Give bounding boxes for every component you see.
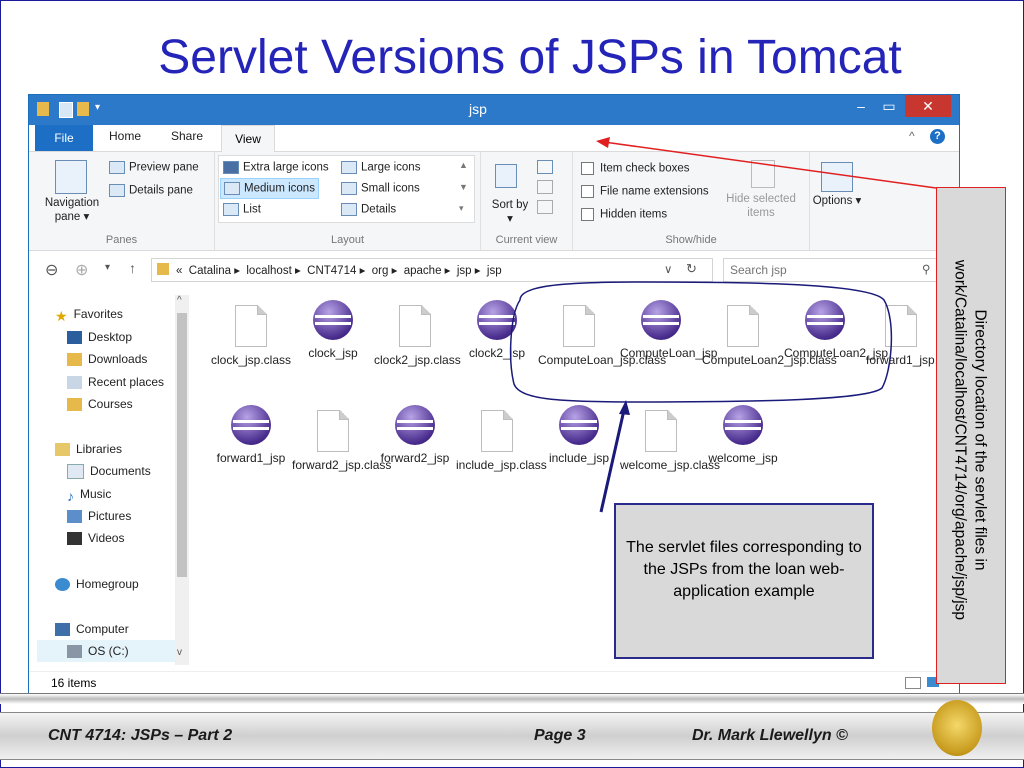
footer: CNT 4714: JSPs – Part 2 Page 3 Dr. Mark … — [0, 712, 1024, 760]
directory-callout-text: Directory location of the servlet files … — [951, 259, 989, 621]
servlet-files-callout: The servlet files corresponding to the J… — [614, 503, 874, 659]
red-arrow-line — [603, 141, 937, 189]
ucf-logo — [932, 700, 982, 756]
navy-arrow-line — [599, 409, 626, 513]
red-arrow-head — [596, 137, 610, 148]
footer-divider — [0, 693, 1024, 704]
servlet-files-callout-text: The servlet files corresponding to the J… — [626, 539, 862, 600]
highlight-oval — [509, 281, 893, 403]
footer-author: Dr. Mark Llewellyn © — [692, 727, 848, 744]
footer-page: Page 3 — [534, 727, 586, 744]
footer-course: CNT 4714: JSPs – Part 2 — [48, 727, 233, 744]
directory-callout: Directory location of the servlet files … — [936, 187, 1006, 684]
